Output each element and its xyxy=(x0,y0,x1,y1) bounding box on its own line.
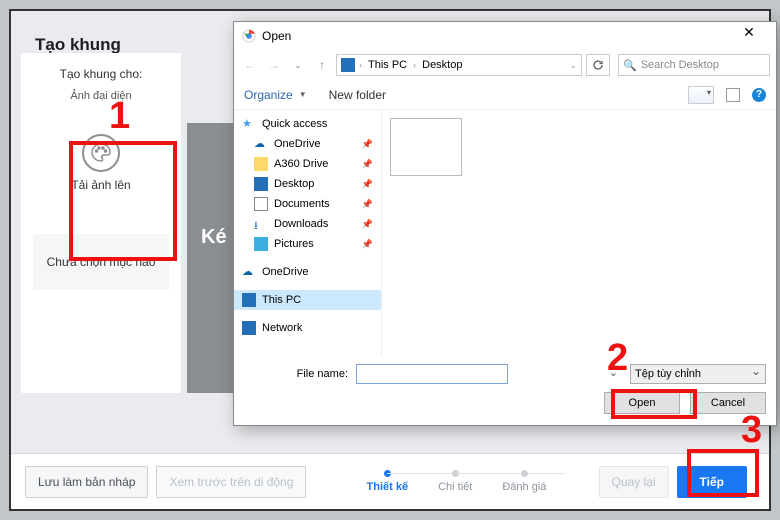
upload-tile[interactable]: Tải ảnh lên xyxy=(33,111,169,216)
pin-icon: 📌 xyxy=(362,159,373,170)
step-design[interactable]: Thiết kế xyxy=(367,470,409,493)
no-selection-label: Chưa chọn mục nào xyxy=(33,234,169,290)
pin-icon: 📌 xyxy=(362,239,373,250)
dialog-toolbar: Organize ▼ New folder ? xyxy=(234,80,776,110)
tree-documents[interactable]: Documents📌 xyxy=(234,194,381,214)
palette-icon xyxy=(82,134,120,172)
document-icon xyxy=(254,197,268,211)
dialog-nav: ← → ⌄ ↑ › This PC › Desktop ⌄ 🔍 Search D… xyxy=(234,50,776,80)
nav-recent-icon[interactable]: ⌄ xyxy=(288,60,308,71)
search-icon: 🔍 xyxy=(623,59,637,72)
stepper: Thiết kế Chi tiết Đánh giá xyxy=(314,470,598,493)
desktop-icon xyxy=(254,177,268,191)
file-name-input[interactable] xyxy=(356,364,508,384)
next-button[interactable]: Tiếp xyxy=(677,466,747,498)
upload-label: Tải ảnh lên xyxy=(71,178,130,192)
save-draft-button[interactable]: Lưu làm bản nháp xyxy=(25,466,148,498)
canvas-text-snippet: Ké xyxy=(201,226,227,249)
annotation-1: 1 xyxy=(109,95,130,138)
dialog-titlebar: Open ✕ xyxy=(234,22,776,50)
file-open-dialog: Open ✕ ← → ⌄ ↑ › This PC › Desktop ⌄ 🔍 S… xyxy=(233,21,777,426)
pin-icon: 📌 xyxy=(362,139,373,150)
path-box[interactable]: › This PC › Desktop ⌄ xyxy=(336,54,582,76)
network-icon xyxy=(242,321,256,335)
dialog-title: Open xyxy=(262,29,730,43)
view-picker[interactable] xyxy=(688,86,714,104)
step-review[interactable]: Đánh giá xyxy=(502,470,546,493)
organize-menu[interactable]: Organize xyxy=(244,88,293,102)
path-root[interactable]: This PC xyxy=(366,59,409,71)
file-list[interactable] xyxy=(382,110,776,356)
path-folder[interactable]: Desktop xyxy=(420,59,464,71)
cloud-icon: ☁ xyxy=(254,137,268,151)
tree-desktop[interactable]: Desktop📌 xyxy=(234,174,381,194)
dialog-footer: File name: Tệp tùy chỉnh Open Cancel xyxy=(234,356,776,424)
refresh-icon[interactable] xyxy=(586,54,610,76)
annotation-3: 3 xyxy=(741,409,762,452)
back-button[interactable]: Quay lại xyxy=(599,466,669,498)
folder-icon xyxy=(254,157,268,171)
open-button[interactable]: Open xyxy=(604,392,680,414)
nav-up-icon[interactable]: ↑ xyxy=(312,58,332,72)
pictures-icon xyxy=(254,237,268,251)
tree-a360[interactable]: A360 Drive📌 xyxy=(234,154,381,174)
nav-back-icon[interactable]: ← xyxy=(240,58,260,72)
pin-icon: 📌 xyxy=(362,179,373,190)
download-icon: ⭳ xyxy=(254,217,268,231)
file-name-label: File name: xyxy=(244,368,348,380)
preview-mobile-button[interactable]: Xem trước trên di động xyxy=(156,466,306,498)
file-type-filter[interactable]: Tệp tùy chỉnh xyxy=(630,364,766,384)
left-panel: Tạo khung cho: Ảnh đại diện Tải ảnh lên … xyxy=(21,53,181,393)
chevron-down-icon: ▼ xyxy=(299,90,307,99)
tree-onedrive2[interactable]: ☁OneDrive xyxy=(234,262,381,282)
tree-downloads[interactable]: ⭳Downloads📌 xyxy=(234,214,381,234)
create-for-label: Tạo khung cho: xyxy=(31,67,171,83)
nav-forward-icon[interactable]: → xyxy=(264,58,284,72)
cloud-icon: ☁ xyxy=(242,265,256,279)
chrome-icon xyxy=(242,29,256,43)
close-icon[interactable]: ✕ xyxy=(730,24,768,48)
pc-icon xyxy=(341,58,355,72)
annotation-2: 2 xyxy=(607,337,628,380)
new-folder-button[interactable]: New folder xyxy=(329,88,386,102)
star-icon: ★ xyxy=(242,117,256,131)
pin-icon: 📌 xyxy=(362,219,373,230)
help-icon[interactable]: ? xyxy=(752,88,766,102)
page-title: Tạo khung xyxy=(35,35,121,55)
nav-tree: ★Quick access ☁OneDrive📌 A360 Drive📌 Des… xyxy=(234,110,382,356)
pin-icon: 📌 xyxy=(362,199,373,210)
tree-pictures[interactable]: Pictures📌 xyxy=(234,234,381,254)
file-thumb[interactable] xyxy=(390,118,462,176)
tree-network[interactable]: Network xyxy=(234,318,381,338)
pc-icon xyxy=(242,293,256,307)
tree-this-pc[interactable]: This PC xyxy=(234,290,381,310)
tree-quick-access[interactable]: ★Quick access xyxy=(234,114,381,134)
search-input[interactable]: 🔍 Search Desktop xyxy=(618,54,770,76)
avatar-label: Ảnh đại diện xyxy=(31,89,171,103)
bottom-bar: Lưu làm bản nháp Xem trước trên di động … xyxy=(11,453,769,509)
preview-pane-icon[interactable] xyxy=(726,88,740,102)
chevron-down-icon[interactable]: ⌄ xyxy=(569,60,577,71)
tree-onedrive[interactable]: ☁OneDrive📌 xyxy=(234,134,381,154)
step-details[interactable]: Chi tiết xyxy=(438,470,472,493)
